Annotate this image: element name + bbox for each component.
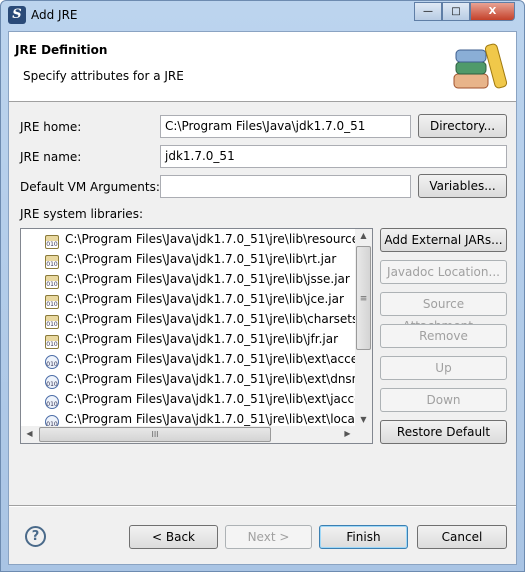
vm-args-input[interactable] — [160, 175, 411, 198]
library-list-item[interactable]: 010 C:\Program Files\Java\jdk1.7.0_51\jre… — [45, 269, 355, 289]
jar-icon: 010 — [45, 295, 59, 309]
library-path: C:\Program Files\Java\jdk1.7.0_51\jre\li… — [65, 252, 337, 266]
jar-icon: 010 — [45, 275, 59, 289]
library-list-item[interactable]: 010 C:\Program Files\Java\jdk1.7.0_51\jre… — [45, 229, 355, 249]
library-list-item[interactable]: 010 C:\Program Files\Java\jdk1.7.0_51\jre… — [45, 349, 355, 369]
library-path: C:\Program Files\Java\jdk1.7.0_51\jre\li… — [65, 312, 355, 326]
library-list-item[interactable]: 010 C:\Program Files\Java\jdk1.7.0_51\jre… — [45, 249, 355, 269]
title-bar: S Add JRE — □ X — [1, 1, 524, 31]
library-path: C:\Program Files\Java\jdk1.7.0_51\jre\li… — [65, 272, 350, 286]
minimize-button[interactable]: — — [414, 2, 442, 21]
library-path: C:\Program Files\Java\jdk1.7.0_51\jre\li… — [65, 232, 355, 246]
vertical-scrollbar[interactable]: ▲ ≡ ▼ — [355, 229, 372, 428]
add-jre-dialog: S Add JRE — □ X JRE Definition Specify a… — [0, 0, 525, 572]
footer-separator — [9, 505, 516, 507]
finish-button[interactable]: Finish — [319, 525, 408, 549]
jar-icon: 010 — [45, 255, 59, 269]
scroll-right-arrow[interactable]: ▶ — [339, 429, 356, 438]
horizontal-scrollbar[interactable]: ◀ III ▶ — [21, 426, 372, 443]
javadoc-location-button[interactable]: Javadoc Location... — [380, 260, 507, 284]
restore-default-button[interactable]: Restore Default — [380, 420, 507, 444]
remove-button[interactable]: Remove — [380, 324, 507, 348]
horizontal-scroll-thumb[interactable]: III — [39, 427, 271, 442]
back-button[interactable]: < Back — [129, 525, 218, 549]
library-list-item[interactable]: 010 C:\Program Files\Java\jdk1.7.0_51\jre… — [45, 309, 355, 329]
ext-jar-icon: 010 — [45, 395, 59, 409]
add-external-jars-button[interactable]: Add External JARs... — [380, 228, 507, 252]
up-button[interactable]: Up — [380, 356, 507, 380]
libraries-label: JRE system libraries: — [20, 207, 143, 221]
scroll-left-arrow[interactable]: ◀ — [21, 429, 38, 438]
vm-args-label: Default VM Arguments: — [20, 180, 160, 194]
close-button[interactable]: X — [470, 2, 515, 21]
jar-icon: 010 — [45, 315, 59, 329]
ext-jar-icon: 010 — [45, 355, 59, 369]
wizard-header: JRE Definition Specify attributes for a … — [9, 32, 516, 102]
library-list-item[interactable]: 010 C:\Program Files\Java\jdk1.7.0_51\jre… — [45, 389, 355, 409]
scroll-up-arrow[interactable]: ▲ — [355, 231, 372, 240]
page-subtitle: Specify attributes for a JRE — [23, 69, 184, 83]
down-button[interactable]: Down — [380, 388, 507, 412]
jre-name-label: JRE name: — [20, 150, 82, 164]
library-list-item[interactable]: 010 C:\Program Files\Java\jdk1.7.0_51\jre… — [45, 329, 355, 349]
library-path: C:\Program Files\Java\jdk1.7.0_51\jre\li… — [65, 412, 355, 426]
jre-home-label: JRE home: — [20, 120, 82, 134]
source-attachment-button[interactable]: Source Attachment... — [380, 292, 507, 333]
jar-icon: 010 — [45, 335, 59, 349]
window-title: Add JRE — [31, 8, 78, 22]
jre-name-input[interactable]: jdk1.7.0_51 — [160, 145, 507, 168]
library-books-icon — [453, 43, 508, 89]
library-path: C:\Program Files\Java\jdk1.7.0_51\jre\li… — [65, 352, 355, 366]
jre-libraries-list[interactable]: 010 C:\Program Files\Java\jdk1.7.0_51\jre… — [20, 228, 373, 444]
dialog-body: JRE Definition Specify attributes for a … — [8, 31, 517, 565]
library-path: C:\Program Files\Java\jdk1.7.0_51\jre\li… — [65, 292, 344, 306]
jar-icon: 010 — [45, 235, 59, 249]
ext-jar-icon: 010 — [45, 375, 59, 389]
eclipse-app-icon: S — [8, 6, 26, 24]
maximize-button[interactable]: □ — [442, 2, 470, 21]
next-button[interactable]: Next > — [225, 525, 312, 549]
vertical-scroll-thumb[interactable]: ≡ — [356, 246, 371, 350]
library-path: C:\Program Files\Java\jdk1.7.0_51\jre\li… — [65, 372, 355, 386]
scroll-down-arrow[interactable]: ▼ — [355, 415, 372, 424]
library-list-item[interactable]: 010 C:\Program Files\Java\jdk1.7.0_51\jre… — [45, 289, 355, 309]
jre-home-input[interactable]: C:\Program Files\Java\jdk1.7.0_51 — [160, 115, 411, 138]
library-list-item[interactable]: 010 C:\Program Files\Java\jdk1.7.0_51\jre… — [45, 369, 355, 389]
variables-button[interactable]: Variables... — [418, 174, 507, 198]
cancel-button[interactable]: Cancel — [417, 525, 507, 549]
library-path: C:\Program Files\Java\jdk1.7.0_51\jre\li… — [65, 332, 339, 346]
page-title: JRE Definition — [15, 43, 108, 57]
directory-button[interactable]: Directory... — [418, 114, 507, 138]
help-icon[interactable]: ? — [25, 526, 46, 547]
library-path: C:\Program Files\Java\jdk1.7.0_51\jre\li… — [65, 392, 355, 406]
